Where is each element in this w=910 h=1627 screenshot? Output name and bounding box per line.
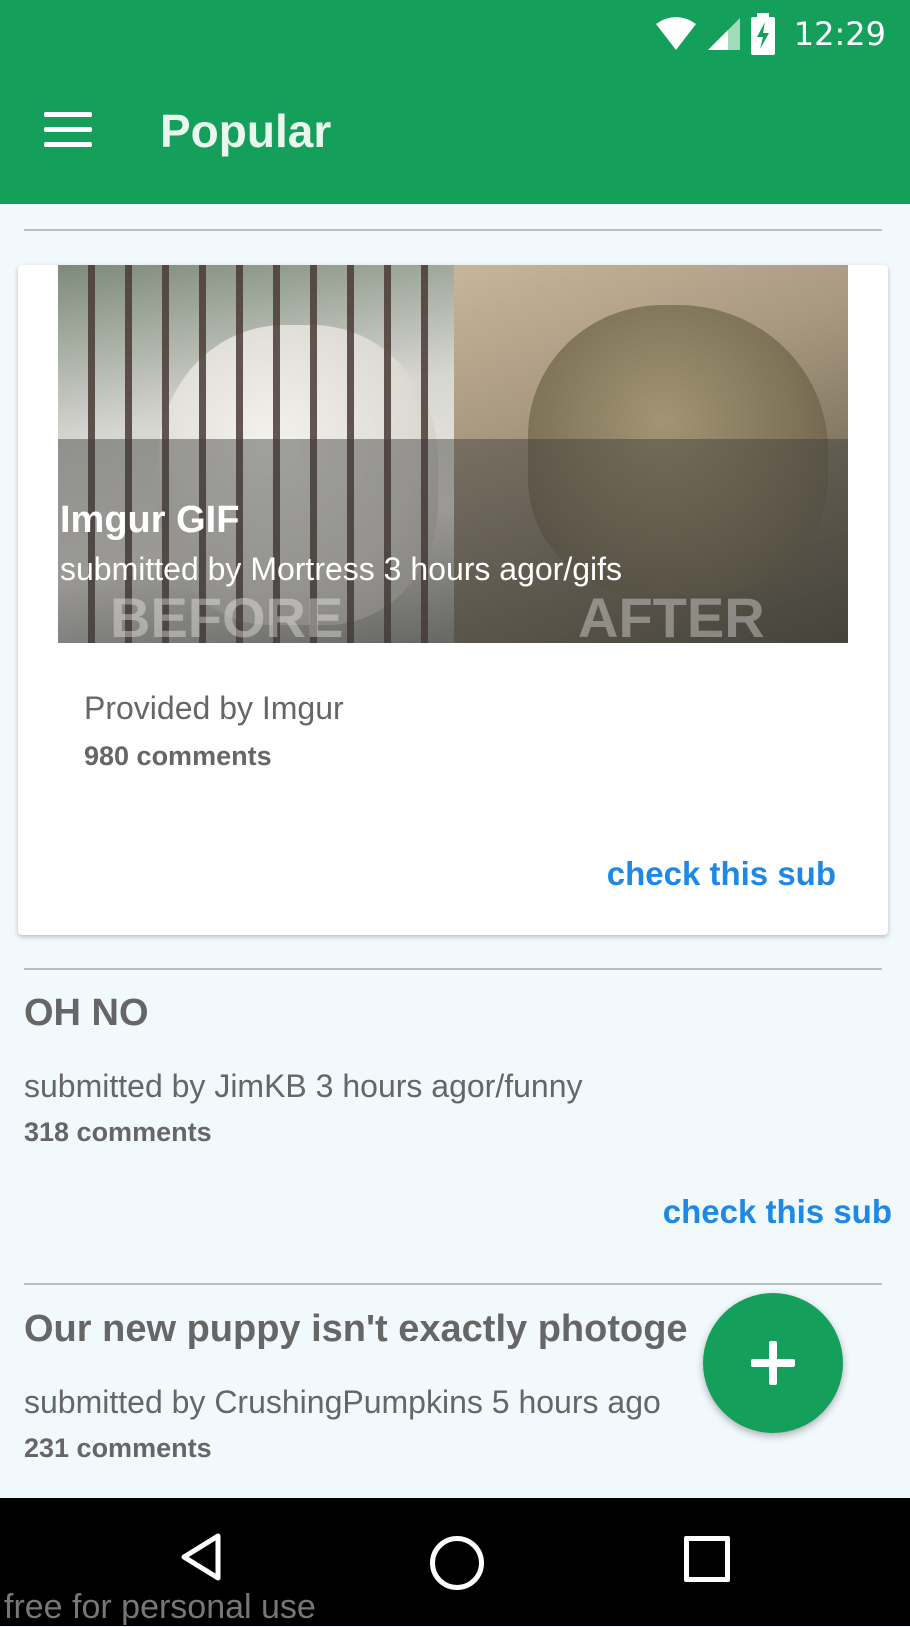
system-nav-bar: free for personal use: [0, 1498, 910, 1626]
post-subtitle: submitted by JimKB 3 hours agor/funny: [24, 1068, 583, 1104]
divider: [24, 229, 882, 231]
recents-icon[interactable]: [684, 1536, 730, 1582]
provider-text: Provided by Imgur: [84, 690, 344, 726]
watermark-after: AFTER: [578, 586, 765, 643]
wifi-icon: [655, 17, 696, 50]
divider: [24, 968, 882, 970]
check-sub-link[interactable]: check this sub: [663, 1193, 892, 1231]
add-post-button[interactable]: [703, 1293, 843, 1433]
app-bar: 12:29 Popular: [0, 0, 910, 204]
back-icon[interactable]: [178, 1532, 224, 1582]
divider: [24, 1283, 882, 1285]
post-thumbnail[interactable]: BEFORE AFTER Imgur GIF submitted by Mort…: [58, 265, 848, 643]
watermark-before: BEFORE: [110, 586, 344, 643]
comment-count[interactable]: 318 comments: [24, 1117, 212, 1148]
status-time: 12:29: [793, 15, 886, 53]
menu-icon[interactable]: [44, 112, 92, 148]
post-title[interactable]: Our new puppy isn't exactly photoge: [24, 1308, 688, 1351]
comment-count[interactable]: 231 comments: [24, 1433, 212, 1464]
status-bar: 12:29: [654, 12, 886, 56]
post-subtitle: submitted by Mortress 3 hours agor/gifs: [60, 551, 623, 587]
page-title: Popular: [160, 105, 332, 157]
post-subtitle: submitted by CrushingPumpkins 5 hours ag…: [24, 1384, 661, 1420]
cell-signal-icon: [707, 18, 740, 50]
check-sub-link[interactable]: check this sub: [607, 855, 836, 893]
post-title[interactable]: OH NO: [24, 992, 149, 1035]
home-icon[interactable]: [430, 1536, 484, 1590]
battery-charging-icon: [750, 13, 775, 55]
featured-post-card[interactable]: BEFORE AFTER Imgur GIF submitted by Mort…: [18, 265, 888, 935]
comment-count[interactable]: 980 comments: [84, 741, 272, 772]
post-title: Imgur GIF: [60, 499, 240, 541]
watermark-text: free for personal use: [4, 1588, 316, 1626]
